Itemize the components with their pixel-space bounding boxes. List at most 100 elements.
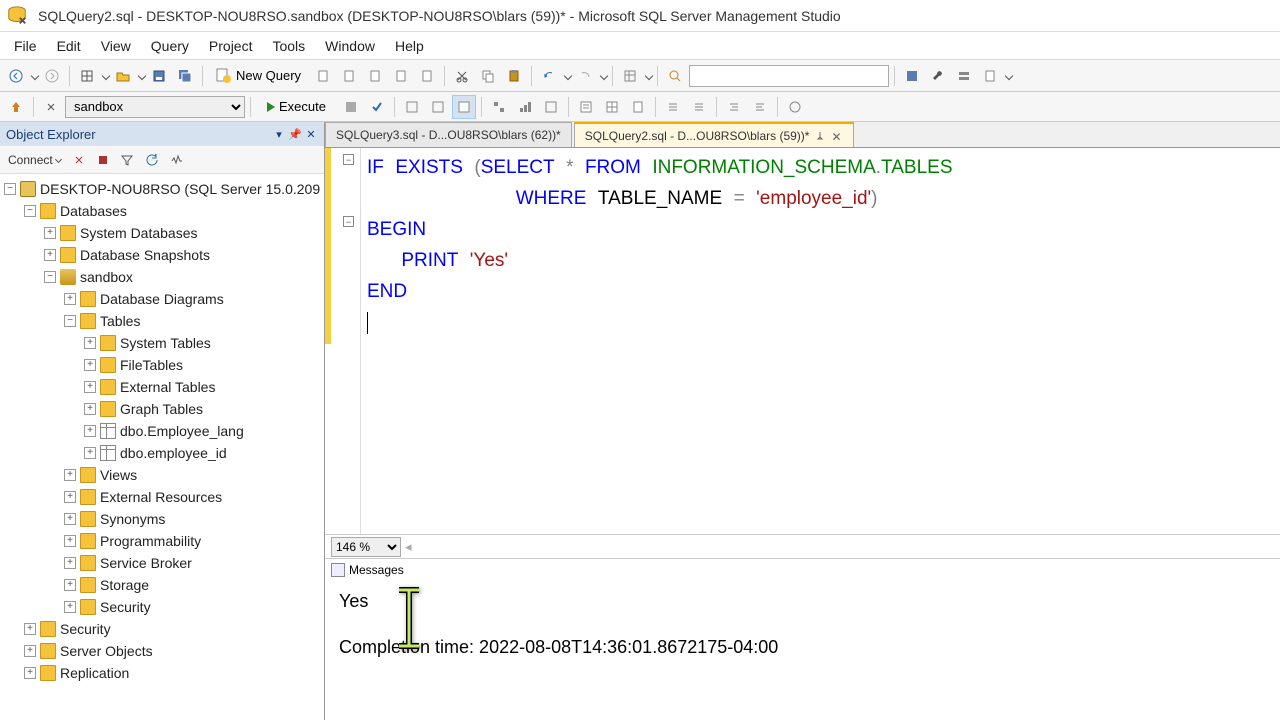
menu-project[interactable]: Project bbox=[199, 34, 263, 58]
code-text[interactable]: IF EXISTS (SELECT * FROM INFORMATION_SCH… bbox=[361, 148, 1280, 534]
results-file-button[interactable] bbox=[626, 95, 650, 119]
connect-button[interactable]: Connect bbox=[4, 149, 65, 171]
new-project-button[interactable] bbox=[75, 64, 99, 88]
live-stats-button[interactable] bbox=[513, 95, 537, 119]
tree-tables[interactable]: −Tables bbox=[0, 310, 324, 332]
explorer-dropdown-icon[interactable]: ▾ bbox=[272, 127, 286, 141]
stop-button[interactable] bbox=[339, 95, 363, 119]
parse-button[interactable] bbox=[365, 95, 389, 119]
tree-security-db[interactable]: +Security bbox=[0, 596, 324, 618]
tree-file-tables[interactable]: +FileTables bbox=[0, 354, 324, 376]
database-select[interactable]: sandbox bbox=[65, 96, 245, 118]
redo-button[interactable] bbox=[573, 64, 597, 88]
fold-button-2[interactable]: − bbox=[343, 216, 354, 227]
menu-tools[interactable]: Tools bbox=[262, 34, 315, 58]
specify-values-button[interactable] bbox=[783, 95, 807, 119]
tree-replication[interactable]: +Replication bbox=[0, 662, 324, 684]
tree-server[interactable]: −DESKTOP-NOU8RSO (SQL Server 15.0.209 bbox=[0, 178, 324, 200]
save-all-button[interactable] bbox=[173, 64, 197, 88]
use-db-button[interactable] bbox=[4, 95, 28, 119]
estimated-plan-button[interactable] bbox=[400, 95, 424, 119]
open-button[interactable] bbox=[111, 64, 135, 88]
xmla-button[interactable] bbox=[415, 64, 439, 88]
tree-server-objects[interactable]: +Server Objects bbox=[0, 640, 324, 662]
tree-service-broker[interactable]: +Service Broker bbox=[0, 552, 324, 574]
properties-dropdown-icon[interactable] bbox=[645, 71, 653, 79]
dmx-button[interactable] bbox=[389, 64, 413, 88]
tree-system-tables[interactable]: +System Tables bbox=[0, 332, 324, 354]
menu-file[interactable]: File bbox=[4, 34, 47, 58]
undo-button[interactable] bbox=[537, 64, 561, 88]
results-grid-button[interactable] bbox=[600, 95, 624, 119]
menu-help[interactable]: Help bbox=[385, 34, 434, 58]
menu-query[interactable]: Query bbox=[141, 34, 199, 58]
copy-button[interactable] bbox=[476, 64, 500, 88]
actual-plan-button[interactable] bbox=[487, 95, 511, 119]
uncomment-button[interactable] bbox=[687, 95, 711, 119]
tree-views[interactable]: +Views bbox=[0, 464, 324, 486]
wrench-button[interactable] bbox=[926, 64, 950, 88]
activity-button[interactable] bbox=[900, 64, 924, 88]
results-text-button[interactable] bbox=[574, 95, 598, 119]
messages-panel[interactable]: Yes Completion time: 2022-08-08T14:36:01… bbox=[325, 580, 1280, 720]
object-tree[interactable]: −DESKTOP-NOU8RSO (SQL Server 15.0.209 −D… bbox=[0, 174, 324, 720]
code-editor[interactable]: − − IF EXISTS (SELECT * FROM INFORMATION… bbox=[325, 148, 1280, 534]
tree-databases[interactable]: −Databases bbox=[0, 200, 324, 222]
pin-icon[interactable] bbox=[815, 131, 825, 141]
undo-dropdown-icon[interactable] bbox=[564, 71, 572, 79]
new-query-button[interactable]: New Query bbox=[208, 64, 309, 88]
new-project-dropdown-icon[interactable] bbox=[102, 71, 110, 79]
indent-button[interactable] bbox=[722, 95, 746, 119]
tree-synonyms[interactable]: +Synonyms bbox=[0, 508, 324, 530]
tree-programmability[interactable]: +Programmability bbox=[0, 530, 324, 552]
quick-launch-input[interactable] bbox=[689, 65, 889, 87]
tree-table-employee-lang[interactable]: +dbo.Employee_lang bbox=[0, 420, 324, 442]
paste-button[interactable] bbox=[502, 64, 526, 88]
tree-security-server[interactable]: +Security bbox=[0, 618, 324, 640]
save-button[interactable] bbox=[147, 64, 171, 88]
tree-system-databases[interactable]: +System Databases bbox=[0, 222, 324, 244]
nav-back-button[interactable] bbox=[4, 64, 28, 88]
disconnect-button[interactable] bbox=[68, 149, 90, 171]
tab-sqlquery3[interactable]: SQLQuery3.sql - D...OU8RSO\blars (62))* bbox=[325, 122, 572, 147]
nav-back-dropdown-icon[interactable] bbox=[31, 71, 39, 79]
refresh-button[interactable] bbox=[141, 149, 163, 171]
tree-snapshots[interactable]: +Database Snapshots bbox=[0, 244, 324, 266]
nav-forward-button[interactable] bbox=[40, 64, 64, 88]
menu-edit[interactable]: Edit bbox=[47, 34, 91, 58]
intellisense-button[interactable] bbox=[452, 95, 476, 119]
explorer-pin-icon[interactable]: 📌 bbox=[288, 127, 302, 141]
filter-button[interactable] bbox=[116, 149, 138, 171]
change-connection-button[interactable] bbox=[39, 95, 63, 119]
tree-diagrams[interactable]: +Database Diagrams bbox=[0, 288, 324, 310]
comment-button[interactable] bbox=[661, 95, 685, 119]
fold-button-1[interactable]: − bbox=[343, 154, 354, 165]
find-button[interactable] bbox=[663, 64, 687, 88]
as-script-button[interactable] bbox=[337, 64, 361, 88]
execute-button[interactable]: Execute bbox=[256, 95, 337, 119]
stop-button[interactable] bbox=[93, 149, 113, 171]
close-tab-icon[interactable]: ✕ bbox=[831, 130, 843, 142]
activity-monitor-button[interactable] bbox=[166, 149, 188, 171]
tree-graph-tables[interactable]: +Graph Tables bbox=[0, 398, 324, 420]
messages-tab-header[interactable]: Messages bbox=[325, 558, 1280, 580]
client-stats-button[interactable] bbox=[539, 95, 563, 119]
tree-table-employee-id[interactable]: +dbo.employee_id bbox=[0, 442, 324, 464]
tree-external-resources[interactable]: +External Resources bbox=[0, 486, 324, 508]
tree-external-tables[interactable]: +External Tables bbox=[0, 376, 324, 398]
explorer-close-icon[interactable]: ✕ bbox=[304, 127, 318, 141]
outdent-button[interactable] bbox=[748, 95, 772, 119]
tree-sandbox[interactable]: −sandbox bbox=[0, 266, 324, 288]
properties-button[interactable] bbox=[618, 64, 642, 88]
tab-sqlquery2[interactable]: SQLQuery2.sql - D...OU8RSO\blars (59))* … bbox=[574, 122, 855, 147]
cut-button[interactable] bbox=[450, 64, 474, 88]
tree-storage[interactable]: +Storage bbox=[0, 574, 324, 596]
query-options-button[interactable] bbox=[426, 95, 450, 119]
redo-dropdown-icon[interactable] bbox=[600, 71, 608, 79]
zoom-select[interactable]: 146 % bbox=[331, 537, 401, 557]
template-button[interactable] bbox=[978, 64, 1002, 88]
registered-servers-button[interactable] bbox=[952, 64, 976, 88]
mdx-button[interactable] bbox=[363, 64, 387, 88]
db-script-button[interactable] bbox=[311, 64, 335, 88]
open-dropdown-icon[interactable] bbox=[138, 71, 146, 79]
